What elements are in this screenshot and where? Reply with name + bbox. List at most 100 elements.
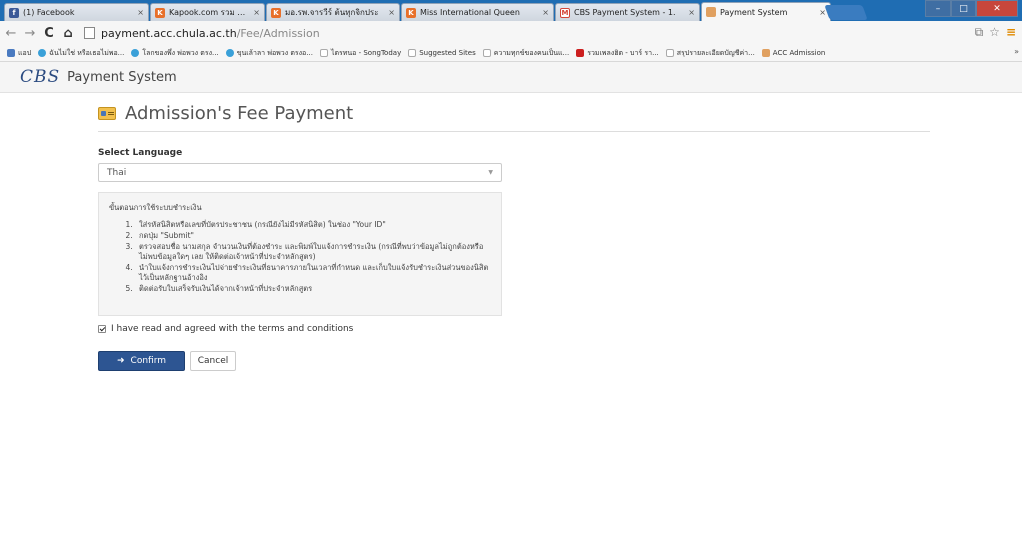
site-icon bbox=[131, 49, 140, 57]
tab-miss-international-queen[interactable]: K Miss International Queen × bbox=[401, 3, 554, 21]
chevron-down-icon: ▼ bbox=[488, 169, 493, 176]
cbs-logo[interactable]: CBS bbox=[20, 67, 60, 87]
back-icon[interactable]: ← bbox=[3, 26, 19, 41]
bookmark-item[interactable]: Suggested Sites bbox=[408, 49, 476, 57]
close-icon[interactable]: × bbox=[137, 8, 144, 17]
language-label: Select Language bbox=[98, 148, 183, 158]
tab-title: (1) Facebook bbox=[23, 8, 75, 17]
more-bookmarks-icon[interactable]: » bbox=[1014, 47, 1019, 56]
bookmark-item[interactable]: ไตรทนอ - SongToday bbox=[319, 48, 402, 59]
tab-title: Kapook.com รวม ข่าว หนัง bbox=[169, 8, 250, 17]
bookmark-label: รวมเพลงฮิต - บาร์ รา... bbox=[587, 48, 659, 57]
site-icon bbox=[38, 49, 47, 57]
bookmark-item[interactable]: ฉันไม่ใช่ หรือเธอไม่พอ... bbox=[38, 48, 124, 59]
close-icon[interactable]: × bbox=[388, 8, 395, 17]
kapook-icon: K bbox=[406, 7, 416, 18]
page-icon bbox=[706, 7, 716, 17]
language-value: Thai bbox=[107, 167, 127, 178]
bookmark-label: โลกของพึ่ง พ่อพวง ตรง... bbox=[142, 48, 219, 57]
terms-agreement: I have read and agreed with the terms an… bbox=[98, 324, 930, 334]
bookmark-item[interactable]: ความทุกข์ของคนเป็นแ... bbox=[482, 48, 570, 59]
bookmark-acc-admission[interactable]: ACC Admission bbox=[761, 49, 826, 57]
confirm-button[interactable]: ➜ Confirm bbox=[98, 351, 185, 371]
page-icon bbox=[482, 49, 491, 57]
close-window-icon[interactable]: ✕ bbox=[976, 0, 1018, 17]
tab-title: Payment System bbox=[720, 7, 788, 17]
terms-checkbox[interactable] bbox=[98, 325, 106, 333]
maximize-icon[interactable]: □ bbox=[951, 0, 976, 17]
url-field[interactable]: payment.acc.chula.ac.th/Fee/Admission bbox=[84, 24, 1004, 42]
star-icon[interactable]: ☆ bbox=[989, 25, 1000, 40]
address-bar: ← → C ⌂ payment.acc.chula.ac.th/Fee/Admi… bbox=[0, 21, 1022, 45]
id-card-icon bbox=[98, 107, 116, 120]
bookmark-label: ไตรทนอ - SongToday bbox=[330, 48, 402, 57]
home-icon[interactable]: ⌂ bbox=[60, 26, 76, 41]
bookmarks-bar: แอป ฉันไม่ใช่ หรือเธอไม่พอ... โลกของพึ่ง… bbox=[0, 45, 1022, 62]
tab-hospital[interactable]: K มอ.รพ.จารวีร์ ต้นทุกจิกประ × bbox=[266, 3, 400, 21]
tab-facebook[interactable]: f (1) Facebook × bbox=[4, 3, 149, 21]
cancel-label: Cancel bbox=[197, 356, 229, 366]
bookmark-apps[interactable]: แอป bbox=[7, 48, 31, 59]
bookmark-item[interactable]: รวมเพลงฮิต - บาร์ รา... bbox=[576, 48, 659, 59]
bookmark-label: ความทุกข์ของคนเป็นแ... bbox=[493, 48, 570, 57]
menu-icon[interactable]: ≡ bbox=[1006, 25, 1016, 40]
page-icon bbox=[319, 49, 328, 57]
instructions-panel: ขั้นตอนการใช้ระบบชำระเงิน ใส่รหัสนิสิตหร… bbox=[98, 192, 502, 316]
kapook-icon: K bbox=[271, 7, 281, 18]
instruction-step: ใส่รหัสนิสิตหรือเลขที่บัตรประชาชน (กรณีย… bbox=[135, 220, 491, 230]
instruction-step: นำใบแจ้งการชำระเงินไปจ่ายชำระเงินที่ธนาค… bbox=[135, 263, 491, 283]
apps-icon bbox=[7, 49, 15, 57]
confirm-label: Confirm bbox=[130, 356, 167, 366]
cancel-button[interactable]: Cancel bbox=[190, 351, 236, 371]
page-icon bbox=[761, 49, 770, 57]
minimize-icon[interactable]: – bbox=[925, 0, 951, 17]
page-title-row: Admission's Fee Payment bbox=[98, 100, 930, 132]
new-tab-button[interactable] bbox=[824, 5, 868, 20]
site-header: CBS Payment System bbox=[0, 62, 1022, 93]
tab-cbs-payment-gmail[interactable]: M CBS Payment System - 1. × bbox=[555, 3, 700, 21]
bookmark-item[interactable]: ขุนเล้าลา พ่อพวง ตรงอ... bbox=[225, 48, 313, 59]
kapook-icon: K bbox=[155, 7, 165, 18]
address-bar-actions: ⧉ ☆ ≡ bbox=[975, 25, 1016, 40]
forward-icon[interactable]: → bbox=[22, 26, 38, 41]
bookmark-label: แอป bbox=[18, 48, 32, 57]
site-icon bbox=[225, 49, 234, 57]
instructions-list: ใส่รหัสนิสิตหรือเลขที่บัตรประชาชน (กรณีย… bbox=[125, 220, 491, 294]
bookmark-label: Suggested Sites bbox=[419, 49, 476, 57]
tab-payment-system[interactable]: Payment System × bbox=[701, 2, 831, 21]
instruction-step: ติดต่อรับใบเสร็จรับเงินได้จากเจ้าหน้าที่… bbox=[135, 284, 491, 294]
tab-kapook[interactable]: K Kapook.com รวม ข่าว หนัง × bbox=[150, 3, 265, 21]
instruction-step: กดปุ่ม "Submit" bbox=[135, 231, 491, 241]
tab-title: มอ.รพ.จารวีร์ ต้นทุกจิกประ bbox=[285, 8, 379, 17]
reload-icon[interactable]: C bbox=[41, 26, 57, 41]
bookmark-label: ACC Admission bbox=[772, 49, 826, 57]
instructions-heading: ขั้นตอนการใช้ระบบชำระเงิน bbox=[109, 203, 202, 212]
site-title: Payment System bbox=[67, 69, 177, 85]
close-icon[interactable]: × bbox=[253, 8, 260, 17]
bookmark-item[interactable]: สรุปรายละเอียดบัญชีค่า... bbox=[665, 48, 755, 59]
bookmark-label: ฉันไม่ใช่ หรือเธอไม่พอ... bbox=[49, 48, 125, 57]
bookmark-label: สรุปรายละเอียดบัญชีค่า... bbox=[676, 48, 755, 57]
page-icon bbox=[84, 27, 95, 39]
tab-title: Miss International Queen bbox=[420, 8, 520, 17]
tab-title: CBS Payment System - 1. bbox=[574, 8, 676, 17]
facebook-icon: f bbox=[9, 7, 19, 18]
form-actions: ➜ Confirm Cancel bbox=[98, 351, 930, 371]
main-content: Admission's Fee Payment Select Language … bbox=[98, 100, 930, 371]
bookmark-item[interactable]: โลกของพึ่ง พ่อพวง ตรง... bbox=[131, 48, 219, 59]
window-controls: – □ ✕ bbox=[925, 0, 1018, 17]
terms-label: I have read and agreed with the terms an… bbox=[111, 324, 354, 334]
instruction-step: ตรวจสอบชื่อ นามสกุล จำนวนเงินที่ต้องชำระ… bbox=[135, 242, 491, 262]
url-host: payment.acc.chula.ac.th bbox=[101, 26, 237, 40]
page-title: Admission's Fee Payment bbox=[125, 103, 354, 124]
arrow-right-icon: ➜ bbox=[116, 356, 125, 366]
youtube-icon bbox=[576, 49, 585, 57]
translate-icon[interactable]: ⧉ bbox=[975, 25, 984, 40]
page-icon bbox=[408, 49, 417, 57]
browser-tab-bar: f (1) Facebook × K Kapook.com รวม ข่าว ห… bbox=[0, 0, 1022, 21]
close-icon[interactable]: × bbox=[542, 8, 549, 17]
url-path: /Fee/Admission bbox=[236, 26, 320, 40]
close-icon[interactable]: × bbox=[688, 8, 695, 17]
language-select[interactable]: Thai ▼ bbox=[98, 163, 502, 182]
bookmark-label: ขุนเล้าลา พ่อพวง ตรงอ... bbox=[236, 48, 313, 57]
